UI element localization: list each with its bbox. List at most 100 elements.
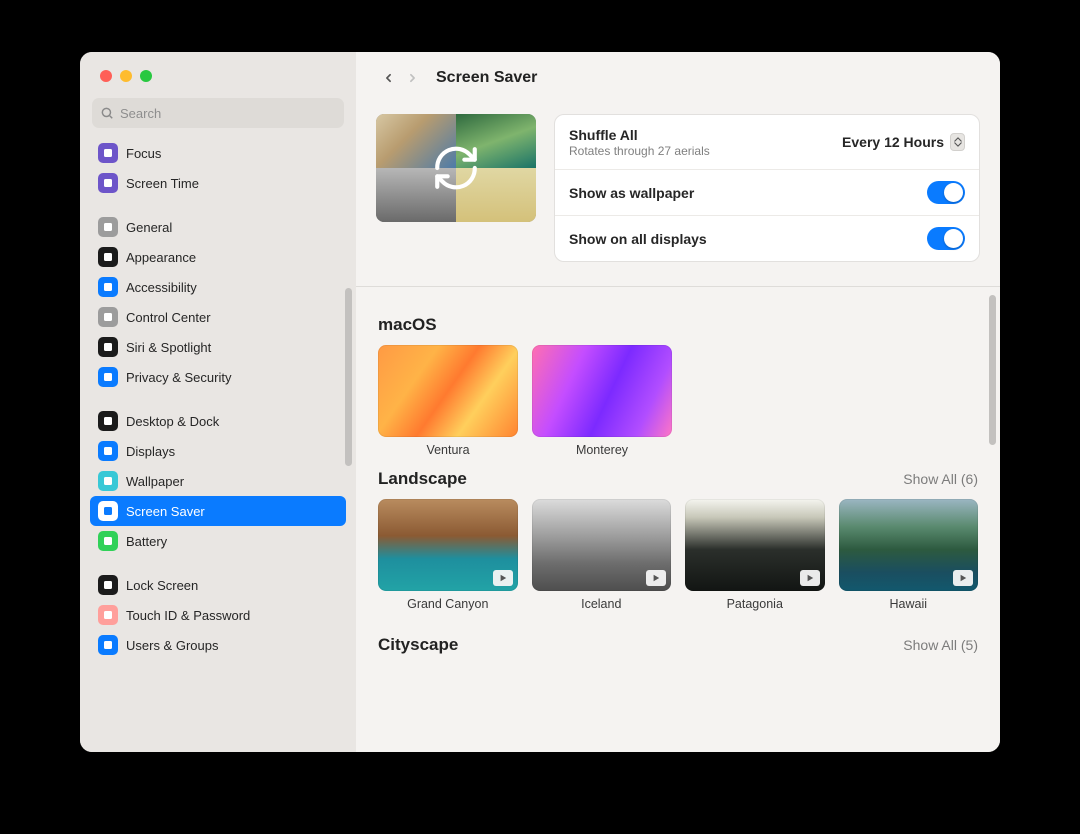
sidebar-icon (98, 143, 118, 163)
search-icon (100, 106, 114, 120)
sidebar-item-privacy-security[interactable]: Privacy & Security (90, 362, 346, 392)
section-cityscape-showall[interactable]: Show All (5) (903, 637, 978, 653)
search-field[interactable] (92, 98, 344, 128)
screensaver-tile-label: Patagonia (685, 597, 825, 611)
sidebar-icon (98, 337, 118, 357)
screensaver-thumbnail (839, 499, 979, 591)
sidebar-item-wallpaper[interactable]: Wallpaper (90, 466, 346, 496)
sidebar-icon (98, 277, 118, 297)
sidebar-item-appearance[interactable]: Appearance (90, 242, 346, 272)
section-landscape-showall[interactable]: Show All (6) (903, 471, 978, 487)
screensaver-tile-ventura[interactable]: Ventura (378, 345, 518, 457)
screensaver-thumbnail (378, 345, 518, 437)
screensaver-tile-label: Hawaii (839, 597, 979, 611)
section-macos-head: macOS (378, 315, 978, 335)
screensaver-thumbnail (378, 499, 518, 591)
sidebar-item-label: Screen Time (126, 176, 199, 191)
sidebar-item-label: Touch ID & Password (126, 608, 250, 623)
sidebar-item-lock-screen[interactable]: Lock Screen (90, 570, 346, 600)
nav-back-button[interactable] (376, 63, 400, 93)
sidebar-item-displays[interactable]: Displays (90, 436, 346, 466)
shuffle-interval-value: Every 12 Hours (842, 134, 944, 150)
play-icon (646, 570, 666, 586)
sidebar-icon (98, 441, 118, 461)
screensaver-tile-label: Monterey (532, 443, 672, 457)
sidebar-item-label: Wallpaper (126, 474, 184, 489)
content-scrollbar[interactable] (989, 295, 996, 445)
sidebar-item-label: Screen Saver (126, 504, 205, 519)
screensaver-tile-patagonia[interactable]: Patagonia (685, 499, 825, 611)
settings-window: Focus Screen Time General Appearance Accessi… (80, 52, 1000, 752)
sidebar-item-label: Battery (126, 534, 167, 549)
sidebar-icon (98, 501, 118, 521)
sidebar-item-users-groups[interactable]: Users & Groups (90, 630, 346, 660)
screensaver-tile-grand-canyon[interactable]: Grand Canyon (378, 499, 518, 611)
sidebar-item-label: Lock Screen (126, 578, 198, 593)
shuffle-subtitle: Rotates through 27 aerials (569, 144, 842, 158)
stepper-icon (950, 133, 965, 151)
sidebar-item-screen-time[interactable]: Screen Time (90, 168, 346, 198)
sidebar-item-screen-saver[interactable]: Screen Saver (90, 496, 346, 526)
show-all-displays-toggle[interactable] (927, 227, 965, 250)
nav-forward-button[interactable] (400, 63, 424, 93)
sidebar-item-general[interactable]: General (90, 212, 346, 242)
sidebar-item-accessibility[interactable]: Accessibility (90, 272, 346, 302)
minimize-window-button[interactable] (120, 70, 132, 82)
content-pane: Screen Saver Shuffle All Rotates through… (356, 52, 1000, 752)
section-cityscape-head: Cityscape Show All (5) (378, 635, 978, 655)
sidebar-item-label: Appearance (126, 250, 196, 265)
sidebar-icon (98, 217, 118, 237)
section-landscape-head: Landscape Show All (6) (378, 469, 978, 489)
sidebar-scrollbar[interactable] (345, 288, 352, 466)
sidebar-item-touch-id-password[interactable]: Touch ID & Password (90, 600, 346, 630)
sidebar-icon (98, 411, 118, 431)
play-icon (800, 570, 820, 586)
sidebar-item-focus[interactable]: Focus (90, 138, 346, 168)
section-cityscape-title: Cityscape (378, 635, 458, 655)
sidebar-item-label: Desktop & Dock (126, 414, 219, 429)
content-header: Screen Saver (356, 52, 1000, 104)
sidebar-item-label: Accessibility (126, 280, 197, 295)
sidebar-icon (98, 367, 118, 387)
window-traffic-lights (80, 52, 356, 82)
sidebar-icon (98, 307, 118, 327)
show-wallpaper-toggle[interactable] (927, 181, 965, 204)
search-input[interactable] (120, 106, 336, 121)
section-macos-title: macOS (378, 315, 437, 335)
sidebar-item-battery[interactable]: Battery (90, 526, 346, 556)
screensaver-thumbnail (532, 499, 672, 591)
screensaver-tile-label: Ventura (378, 443, 518, 457)
screensaver-tile-monterey[interactable]: Monterey (532, 345, 672, 457)
sidebar-item-label: Control Center (126, 310, 211, 325)
sidebar-item-siri-spotlight[interactable]: Siri & Spotlight (90, 332, 346, 362)
section-landscape-title: Landscape (378, 469, 467, 489)
show-wallpaper-row: Show as wallpaper (555, 170, 979, 216)
screensaver-options-card: Shuffle All Rotates through 27 aerials E… (554, 114, 980, 262)
sidebar-icon (98, 173, 118, 193)
sidebar-icon (98, 635, 118, 655)
sidebar-item-label: Privacy & Security (126, 370, 231, 385)
screensaver-preview[interactable] (376, 114, 536, 222)
zoom-window-button[interactable] (140, 70, 152, 82)
sidebar-item-label: Siri & Spotlight (126, 340, 211, 355)
shuffle-row: Shuffle All Rotates through 27 aerials E… (555, 115, 979, 170)
play-icon (953, 570, 973, 586)
sidebar-icon (98, 575, 118, 595)
shuffle-icon (431, 143, 481, 193)
screensaver-tile-label: Grand Canyon (378, 597, 518, 611)
sidebar-item-label: Focus (126, 146, 161, 161)
close-window-button[interactable] (100, 70, 112, 82)
screensaver-tile-hawaii[interactable]: Hawaii (839, 499, 979, 611)
play-icon (493, 570, 513, 586)
screensaver-list-scroll: macOS Ventura Monterey Landscape Show All… (356, 287, 1000, 752)
sidebar: Focus Screen Time General Appearance Accessi… (80, 52, 356, 752)
shuffle-interval-dropdown[interactable]: Every 12 Hours (842, 133, 965, 151)
screensaver-tile-iceland[interactable]: Iceland (532, 499, 672, 611)
sidebar-item-control-center[interactable]: Control Center (90, 302, 346, 332)
screensaver-thumbnail (685, 499, 825, 591)
sidebar-item-label: Displays (126, 444, 175, 459)
sidebar-item-desktop-dock[interactable]: Desktop & Dock (90, 406, 346, 436)
show-all-displays-row: Show on all displays (555, 216, 979, 261)
show-all-displays-label: Show on all displays (569, 230, 927, 248)
sidebar-icon (98, 247, 118, 267)
